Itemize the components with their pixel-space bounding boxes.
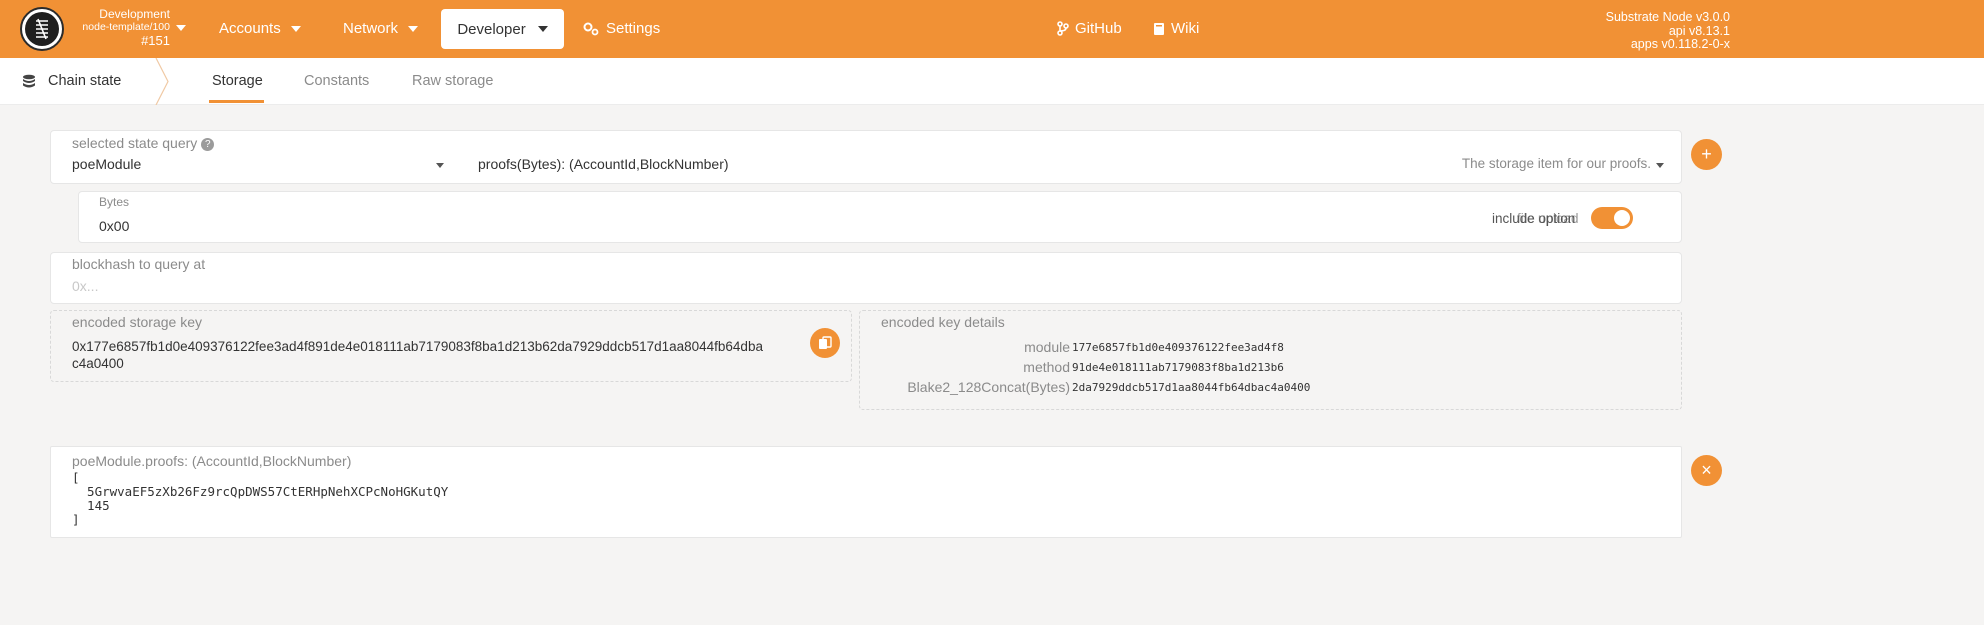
chain-name: Development — [99, 7, 170, 21]
encoded-key-line-1: 0x177e6857fb1d0e409376122fee3ad4f891de4e… — [72, 339, 763, 354]
toggle-knob — [1614, 210, 1630, 226]
logo[interactable] — [20, 7, 64, 51]
substrate-logo-icon — [25, 12, 59, 46]
detail-value-blake: 2da7929ddcb517d1aa8044fb64dbac4a0400 — [1072, 381, 1311, 394]
section-title-label: Chain state — [48, 73, 122, 89]
link-wiki-label: Wiki — [1171, 20, 1200, 37]
include-option-toggle[interactable] — [1591, 207, 1633, 229]
database-icon — [23, 74, 35, 87]
gears-icon — [583, 22, 599, 35]
menu-accounts[interactable]: Accounts — [219, 20, 301, 37]
module-select[interactable]: poeModule — [72, 156, 141, 172]
detail-value-module: 177e6857fb1d0e409376122fee3ad4f8 — [1072, 341, 1284, 354]
detail-name-method: method — [1023, 359, 1070, 375]
result-line-1: [ — [72, 470, 80, 485]
result-block-number: 145 — [72, 498, 110, 513]
blockhash-input[interactable]: 0x... — [72, 278, 98, 294]
active-tab-indicator — [209, 100, 264, 103]
encoded-key-line-2: c4a0400 — [72, 356, 124, 371]
copy-key-button[interactable] — [810, 328, 840, 358]
chevron-down-icon — [408, 25, 419, 32]
menu-accounts-label: Accounts — [219, 20, 281, 37]
tab-constants[interactable]: Constants — [304, 73, 369, 89]
blockhash-label: blockhash to query at — [72, 256, 206, 272]
close-icon: × — [1701, 460, 1712, 480]
chevron-down-icon — [290, 25, 301, 32]
add-query-button[interactable]: + — [1691, 139, 1722, 170]
menu-network-label: Network — [343, 20, 399, 37]
api-version: api v8.13.1 — [1668, 23, 1730, 38]
plus-icon: + — [1701, 144, 1712, 164]
copy-icon — [819, 336, 832, 349]
encoded-key-label: encoded storage key — [72, 314, 202, 330]
link-wiki[interactable]: Wiki — [1153, 20, 1199, 37]
help-icon[interactable]: ? — [201, 138, 215, 151]
state-query-label: selected state query? — [72, 135, 215, 151]
key-details-label: encoded key details — [881, 314, 1005, 330]
detail-name-blake: Blake2_128Concat(Bytes) — [907, 379, 1070, 395]
chain-dropdown-icon[interactable] — [176, 25, 186, 31]
encoded-storage-key: encoded storage key 0x177e6857fb1d0e4093… — [50, 310, 852, 382]
tab-storage[interactable]: Storage — [212, 73, 263, 89]
result-title: poeModule.proofs: (AccountId,BlockNumber… — [72, 453, 352, 469]
encoded-key-details: encoded key details module 177e6857fb1d0… — [859, 310, 1682, 410]
chain-info[interactable]: Development node-template/100 #151 — [70, 7, 170, 48]
state-query-label-text: selected state query — [72, 135, 198, 151]
menu-settings[interactable]: Settings — [583, 20, 660, 37]
state-query-selector: selected state query? poeModule proofs(B… — [50, 130, 1682, 184]
bytes-label: Bytes — [99, 195, 130, 209]
method-select[interactable]: proofs(Bytes): (AccountId,BlockNumber) — [478, 156, 729, 172]
menu-developer-label: Developer — [457, 20, 526, 38]
result-account: 5GrwvaEF5zXb26Fz9rcQpDWS57CtERHpNehXCPcN… — [72, 484, 449, 499]
block-number: #151 — [141, 33, 170, 48]
query-result: poeModule.proofs: (AccountId,BlockNumber… — [50, 446, 1682, 538]
breadcrumb-separator-icon — [155, 58, 169, 105]
detail-value-method: 91de4e018111ab7179083f8ba1d213b6 — [1072, 361, 1284, 374]
menu-network[interactable]: Network — [343, 20, 419, 37]
apps-version: apps v0.118.2-0-x — [1630, 37, 1730, 51]
link-github[interactable]: GitHub — [1057, 20, 1122, 37]
top-bar: Development node-template/100 #151 Accou… — [0, 0, 1984, 58]
code-branch-icon — [1057, 21, 1069, 36]
section-title[interactable]: Chain state — [22, 73, 121, 89]
version-info: Substrate Node v3.0.0 api v8.13.1 apps v… — [1605, 10, 1730, 52]
blockhash-field: blockhash to query at 0x... — [50, 252, 1682, 304]
sub-navigation: Chain state Storage Constants Raw storag… — [0, 58, 1984, 105]
menu-settings-label: Settings — [606, 20, 661, 37]
node-version: Substrate Node v3.0.0 — [1605, 10, 1730, 24]
method-description: The storage item for our proofs. — [1461, 156, 1651, 171]
book-icon — [1154, 22, 1164, 35]
chevron-down-icon — [537, 26, 548, 32]
file-upload-label: file upload — [1517, 211, 1579, 226]
bytes-param: Bytes 0x00 include option file upload — [78, 191, 1682, 243]
result-line-4: ] — [72, 512, 80, 527]
tab-raw-storage[interactable]: Raw storage — [412, 73, 493, 89]
menu-developer[interactable]: Developer — [441, 9, 564, 49]
bytes-input[interactable]: 0x00 — [99, 218, 129, 234]
link-github-label: GitHub — [1075, 20, 1122, 37]
remove-result-button[interactable]: × — [1691, 455, 1722, 486]
method-dropdown-icon[interactable] — [1656, 163, 1664, 168]
detail-name-module: module — [1024, 339, 1070, 355]
module-dropdown-icon[interactable] — [436, 163, 444, 168]
